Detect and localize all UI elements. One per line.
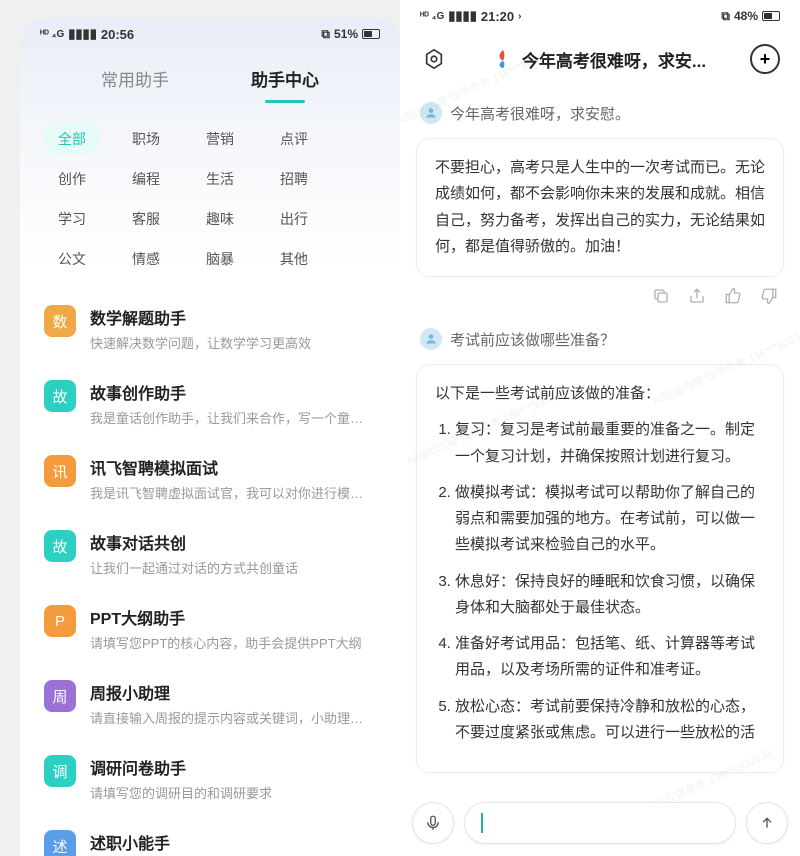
assistant-title: PPT大纲助手 <box>90 605 376 629</box>
filter-chip[interactable]: 职场 <box>118 123 174 155</box>
filter-chip[interactable]: 情感 <box>118 243 174 275</box>
user-message: 今年高考很难呀，求安慰。 <box>420 102 780 124</box>
tab-1[interactable]: 助手中心 <box>251 66 319 103</box>
filter-chip[interactable]: 营销 <box>192 123 248 155</box>
spark-logo-icon <box>492 48 514 70</box>
send-button[interactable] <box>746 802 788 844</box>
filter-chip[interactable]: 出行 <box>266 203 322 235</box>
filter-chip[interactable]: 招聘 <box>266 163 322 195</box>
filter-chip[interactable]: 学习 <box>44 203 100 235</box>
new-chat-button[interactable]: + <box>750 44 780 74</box>
user-message-text: 考试前应该做哪些准备？ <box>450 329 615 350</box>
list-item: 准备好考试用品：包括笔、纸、计算器等考试用品，以及考场所需的证件和准考证。 <box>455 631 765 684</box>
assistant-item[interactable]: 故 故事创作助手 我是童话创作助手，让我们来合作，写一个童话故… <box>36 366 384 441</box>
network-indicator: ᴴᴰ ₄G <box>40 29 64 40</box>
chevron-icon: › <box>518 11 521 22</box>
user-message-text: 今年高考很难呀，求安慰。 <box>450 103 630 124</box>
battery-icon <box>362 29 380 39</box>
filter-chip[interactable]: 编程 <box>118 163 174 195</box>
status-time: 20:56 <box>101 27 134 42</box>
bot-message: 不要担心，高考只是人生中的一次考试而已。无论成绩如何，都不会影响你未来的发展和成… <box>416 138 784 277</box>
status-bar: ᴴᴰ ₄G ▮▮▮▮ 21:20 › ⧉ 48% <box>400 0 800 28</box>
list-item: 放松心态：考试前要保持冷静和放松的心态，不要过度紧张或焦虑。可以进行一些放松的活 <box>455 694 765 747</box>
battery-icon <box>762 11 780 21</box>
assistant-badge-icon: 讯 <box>44 455 76 487</box>
assistant-badge-icon: 述 <box>44 830 76 856</box>
assistant-item[interactable]: 故 故事对话共创 让我们一起通过对话的方式共创童话 <box>36 516 384 591</box>
filter-chip[interactable]: 全部 <box>44 123 100 155</box>
filter-chip[interactable]: 脑暴 <box>192 243 248 275</box>
status-bar: ᴴᴰ ₄G ▮▮▮▮ 20:56 ⧉ 51% <box>20 18 400 46</box>
filter-chip[interactable]: 其他 <box>266 243 322 275</box>
list-item: 复习：复习是考试前最重要的准备之一。制定一个复习计划，并确保按照计划进行复习。 <box>455 417 765 470</box>
assistant-title: 述职小能手 <box>90 830 376 854</box>
share-icon[interactable] <box>688 287 706 310</box>
assistant-item[interactable]: 数 数学解题助手 快速解决数学问题，让数学学习更高效 <box>36 291 384 366</box>
signal-bars-icon: ▮▮▮▮ <box>448 8 477 24</box>
bot-message: 以下是一些考试前应该做的准备： 复习：复习是考试前最重要的准备之一。制定一个复习计… <box>416 364 784 773</box>
battery-percent: 51% <box>334 27 358 41</box>
signal-bars-icon: ▮▮▮▮ <box>68 26 97 42</box>
assistant-desc: 请填写您的调研目的和调研要求 <box>90 783 376 802</box>
assistant-badge-icon: 故 <box>44 530 76 562</box>
assistant-list: 数 数学解题助手 快速解决数学问题，让数学学习更高效 故 故事创作助手 我是童话… <box>20 291 400 856</box>
assistant-desc: 请填写您PPT的核心内容，助手会提供PPT大纲 <box>90 633 376 652</box>
message-actions <box>416 277 784 316</box>
assistant-desc: 我是童话创作助手，让我们来合作，写一个童话故… <box>90 408 376 427</box>
chat-body: AI输出内容 仅供参考 136***3063 马 AI输出内容 仅供参考 136… <box>400 90 800 786</box>
thumbs-down-icon[interactable] <box>760 287 778 310</box>
assistant-title: 故事创作助手 <box>90 380 376 404</box>
filter-chip[interactable]: 生活 <box>192 163 248 195</box>
filter-chip[interactable]: 点评 <box>266 123 322 155</box>
battery-percent: 48% <box>734 9 758 23</box>
assistant-badge-icon: P <box>44 605 76 637</box>
filter-chip[interactable]: 趣味 <box>192 203 248 235</box>
settings-button[interactable] <box>420 45 448 73</box>
assistant-item[interactable]: 调 调研问卷助手 请填写您的调研目的和调研要求 <box>36 741 384 816</box>
assistant-desc: 让我们一起通过对话的方式共创童话 <box>90 558 376 577</box>
assistant-item[interactable]: P PPT大纲助手 请填写您PPT的核心内容，助手会提供PPT大纲 <box>36 591 384 666</box>
assistant-badge-icon: 数 <box>44 305 76 337</box>
wifi-icon: ⧉ <box>721 9 730 24</box>
user-avatar-icon <box>420 102 442 124</box>
filter-chip[interactable]: 客服 <box>118 203 174 235</box>
assistant-title: 讯飞智聘模拟面试 <box>90 455 376 479</box>
chat-title-text: 今年高考很难呀，求安... <box>522 47 706 72</box>
assistant-title: 调研问卷助手 <box>90 755 376 779</box>
category-filters: 全部职场营销点评创作编程生活招聘学习客服趣味出行公文情感脑暴其他 <box>20 103 400 291</box>
thumbs-up-icon[interactable] <box>724 287 742 310</box>
status-time: 21:20 <box>481 9 514 24</box>
tab-0[interactable]: 常用助手 <box>101 66 169 103</box>
assistant-desc: 我是讯飞智聘虚拟面试官，我可以对你进行模拟面… <box>90 483 376 502</box>
assistant-title: 数学解题助手 <box>90 305 376 329</box>
chat-title: 今年高考很难呀，求安... <box>492 47 706 72</box>
assistant-item[interactable]: 讯 讯飞智聘模拟面试 我是讯飞智聘虚拟面试官，我可以对你进行模拟面… <box>36 441 384 516</box>
bot-message-intro: 以下是一些考试前应该做的准备： <box>435 381 765 407</box>
message-input[interactable] <box>464 802 736 844</box>
network-indicator: ᴴᴰ ₄G <box>420 11 444 22</box>
chat-header: 今年高考很难呀，求安... + <box>400 28 800 90</box>
assistant-badge-icon: 周 <box>44 680 76 712</box>
wifi-icon: ⧉ <box>321 27 330 42</box>
assistant-item[interactable]: 述 述职小能手 请填写您的工作目标和成果概述，小助手会给出供… <box>36 816 384 856</box>
list-item: 做模拟考试：模拟考试可以帮助你了解自己的弱点和需要加强的地方。在考试前，可以做一… <box>455 480 765 559</box>
filter-chip[interactable]: 创作 <box>44 163 100 195</box>
main-tabs: 常用助手 助手中心 <box>20 46 400 103</box>
assistant-title: 故事对话共创 <box>90 530 376 554</box>
assistant-item[interactable]: 周 周报小助理 请直接输入周报的提示内容或关键词，小助理会帮… <box>36 666 384 741</box>
user-message: 考试前应该做哪些准备？ <box>420 328 780 350</box>
chat-input-bar <box>412 802 788 844</box>
list-item: 休息好：保持良好的睡眠和饮食习惯，以确保身体和大脑都处于最佳状态。 <box>455 569 765 622</box>
assistant-desc: 快速解决数学问题，让数学学习更高效 <box>90 333 376 352</box>
filter-chip[interactable]: 公文 <box>44 243 100 275</box>
user-avatar-icon <box>420 328 442 350</box>
copy-icon[interactable] <box>652 287 670 310</box>
assistant-badge-icon: 调 <box>44 755 76 787</box>
voice-input-button[interactable] <box>412 802 454 844</box>
assistant-badge-icon: 故 <box>44 380 76 412</box>
assistant-title: 周报小助理 <box>90 680 376 704</box>
assistant-desc: 请直接输入周报的提示内容或关键词，小助理会帮… <box>90 708 376 727</box>
